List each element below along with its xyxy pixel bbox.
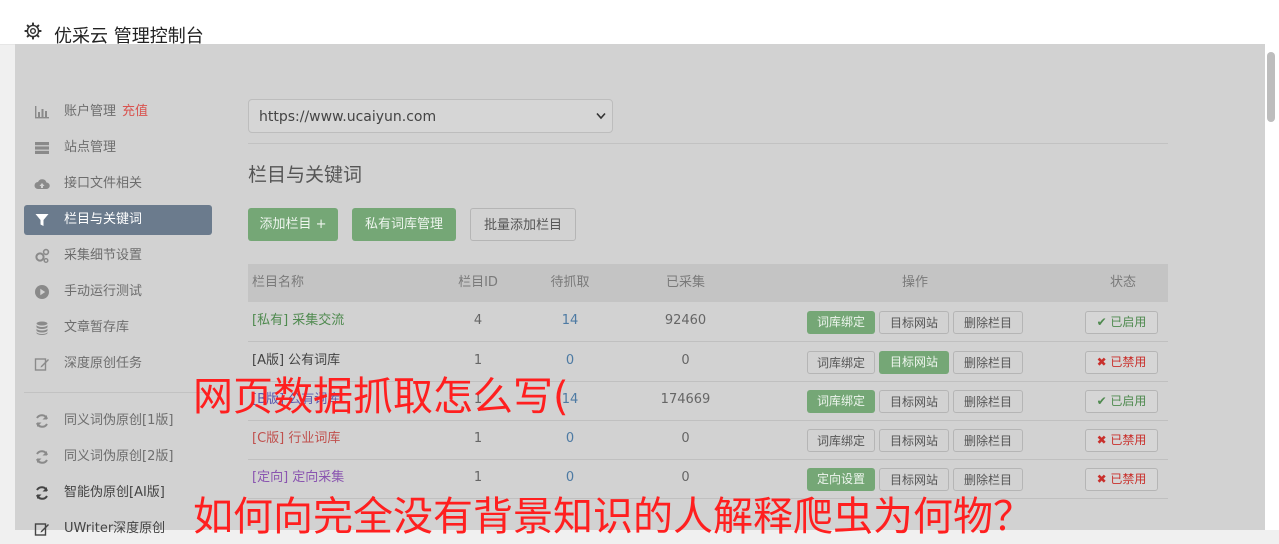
column-id: 4: [473, 313, 483, 328]
sidebar-item-collect-settings[interactable]: 采集细节设置: [24, 241, 212, 271]
collected-count: 92460: [664, 313, 707, 328]
edit-icon: [34, 358, 49, 371]
pending-count[interactable]: 14: [535, 302, 605, 340]
sidebar-item-label: 账户管理: [64, 104, 117, 119]
sidebar-item-uwriter[interactable]: UWriter深度原创: [24, 514, 212, 544]
play-circle-icon: [35, 285, 49, 299]
column-name-link[interactable]: [私有] 采集交流: [252, 302, 344, 340]
sidebar-item-deep-original[interactable]: 深度原创任务: [24, 349, 212, 379]
site-select-value: https://www.ucaiyun.com: [259, 109, 437, 125]
sidebar-item-label: 栏目与关键词: [64, 212, 143, 227]
sidebar-item-sites[interactable]: 站点管理: [24, 133, 212, 163]
pending-count[interactable]: 0: [535, 420, 605, 458]
table-row: [私有] 采集交流 4 14 92460 词库绑定 目标网站 删除栏目 ✔ 已启…: [248, 302, 1168, 342]
delete-column-button[interactable]: 删除栏目: [953, 390, 1023, 413]
refresh-icon: [36, 486, 48, 500]
gears-icon: [35, 248, 50, 263]
table-header: 栏目名称 栏目ID 待抓取 已采集 操作 状态: [248, 264, 1168, 302]
sidebar-item-label: 文章暂存库: [64, 320, 130, 335]
main-content: https://www.ucaiyun.com 栏目与关键词 添加栏目 + 私有…: [248, 44, 1168, 530]
status-toggle[interactable]: ✔ 已启用: [1085, 390, 1158, 413]
col-header-name: 栏目名称: [252, 275, 305, 290]
sidebar-item-columns-keywords[interactable]: 栏目与关键词: [24, 205, 212, 235]
edit-icon: [34, 523, 49, 536]
delete-column-button[interactable]: 删除栏目: [953, 429, 1023, 452]
col-header-collected: 已采集: [665, 275, 705, 290]
sidebar-item-label: 同义词伪原创[2版]: [64, 449, 174, 464]
sidebar-divider: [24, 392, 212, 393]
sidebar-item-label: 接口文件相关: [64, 176, 143, 191]
sidebar-item-label: 智能伪原创[AI版]: [64, 485, 165, 500]
status-toggle[interactable]: ✖ 已禁用: [1085, 429, 1158, 452]
sidebar-item-account[interactable]: 账户管理 充值: [24, 97, 212, 127]
sidebar: 账户管理 充值 站点管理 接口文件相关 栏目与关键词 采集细节设置 手动运行测试 …: [15, 44, 225, 530]
batch-add-button[interactable]: 批量添加栏目: [470, 208, 576, 241]
sidebar-item-manual-run[interactable]: 手动运行测试: [24, 277, 212, 307]
target-site-button[interactable]: 目标网站: [879, 351, 949, 374]
private-library-button[interactable]: 私有词库管理: [352, 208, 456, 241]
refresh-icon: [36, 414, 48, 428]
chevron-down-icon: [596, 112, 606, 120]
add-column-button[interactable]: 添加栏目 +: [248, 208, 338, 241]
status-toggle[interactable]: ✔ 已启用: [1085, 311, 1158, 334]
sidebar-item-label: 同义词伪原创[1版]: [64, 413, 174, 428]
target-site-button[interactable]: 目标网站: [879, 429, 949, 452]
overlay-caption-line1: 网页数据抓取怎么写(: [193, 374, 569, 420]
sidebar-item-ai-rewrite[interactable]: 智能伪原创[AI版]: [24, 478, 212, 508]
sidebar-item-synonym-v2[interactable]: 同义词伪原创[2版]: [24, 442, 212, 472]
section-divider: [248, 143, 1168, 144]
target-site-button[interactable]: 目标网站: [879, 311, 949, 334]
cloud-upload-icon: [34, 179, 50, 189]
bar-chart-icon: [35, 106, 49, 119]
delete-column-button[interactable]: 删除栏目: [953, 311, 1023, 334]
status-toggle[interactable]: ✖ 已禁用: [1085, 468, 1158, 491]
sidebar-item-synonym-v1[interactable]: 同义词伪原创[1版]: [24, 406, 212, 436]
filter-icon: [35, 214, 49, 226]
sidebar-item-label: 采集细节设置: [64, 248, 143, 263]
scrollbar-thumb[interactable]: [1267, 52, 1275, 122]
col-header-id: 栏目ID: [458, 275, 498, 290]
refresh-icon: [36, 450, 48, 464]
database-icon: [36, 321, 48, 335]
collected-count: 174669: [660, 392, 711, 407]
page-title: 栏目与关键词: [248, 164, 363, 186]
column-id: 1: [473, 431, 483, 446]
delete-column-button[interactable]: 删除栏目: [953, 351, 1023, 374]
col-header-status: 状态: [1109, 275, 1136, 290]
column-name-link[interactable]: [C版] 行业词库: [252, 420, 340, 458]
bind-library-button[interactable]: 词库绑定: [807, 311, 875, 334]
sidebar-item-label: 站点管理: [64, 140, 117, 155]
target-site-button[interactable]: 目标网站: [879, 390, 949, 413]
col-header-ops: 操作: [901, 275, 928, 290]
server-icon: [35, 142, 49, 154]
bind-library-button[interactable]: 词库绑定: [807, 429, 875, 452]
sidebar-item-label: 手动运行测试: [64, 284, 143, 299]
sidebar-item-label: 深度原创任务: [64, 356, 143, 371]
app-header: 优采云 管理控制台: [0, 0, 1279, 47]
sidebar-item-article-store[interactable]: 文章暂存库: [24, 313, 212, 343]
gear-icon[interactable]: [24, 22, 42, 40]
status-toggle[interactable]: ✖ 已禁用: [1085, 351, 1158, 374]
bind-library-button[interactable]: 词库绑定: [807, 390, 875, 413]
table-row: [C版] 行业词库 1 0 0 词库绑定 目标网站 删除栏目 ✖ 已禁用: [248, 420, 1168, 460]
recharge-link[interactable]: 充值: [122, 104, 148, 119]
collected-count: 0: [681, 431, 690, 446]
sidebar-item-interface-files[interactable]: 接口文件相关: [24, 169, 212, 199]
site-select[interactable]: https://www.ucaiyun.com: [248, 99, 613, 133]
bind-library-button[interactable]: 词库绑定: [807, 351, 875, 374]
dimmed-content-frame: 账户管理 充值 站点管理 接口文件相关 栏目与关键词 采集细节设置 手动运行测试 …: [15, 44, 1265, 530]
overlay-caption-line2: 如何向完全没有背景知识的人解释爬虫为何物？: [193, 494, 1033, 540]
col-header-pending: 待抓取: [550, 275, 590, 290]
sidebar-item-label: UWriter深度原创: [64, 521, 166, 536]
collected-count: 0: [681, 353, 690, 368]
